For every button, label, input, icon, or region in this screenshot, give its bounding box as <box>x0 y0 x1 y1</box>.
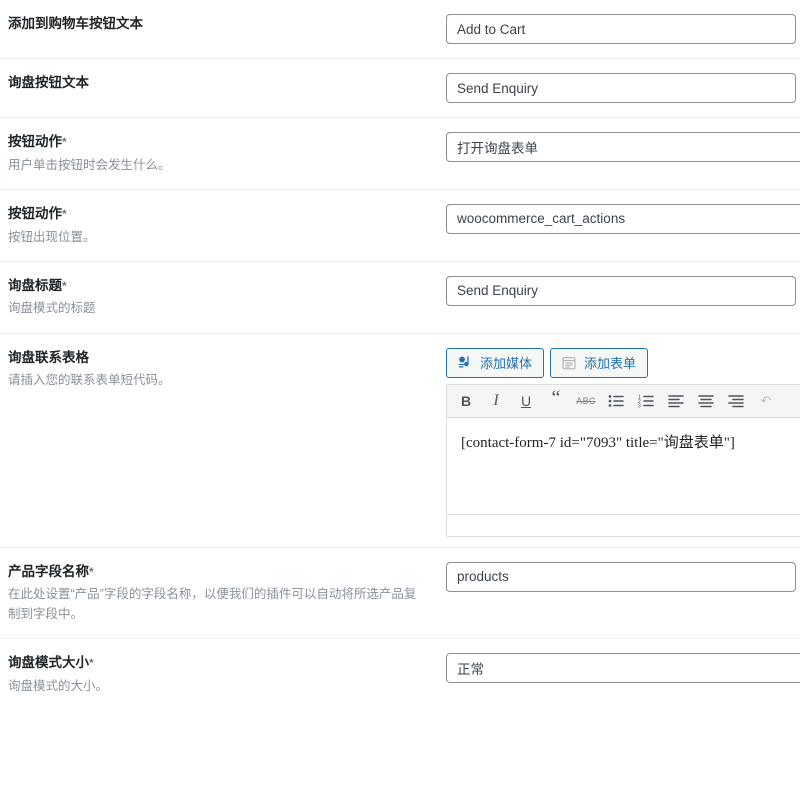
select-enquiry-modal-size[interactable] <box>446 653 800 684</box>
field-row-add-to-cart-button-text: 添加到购物车按钮文本 <box>0 0 800 58</box>
media-icon <box>456 354 474 372</box>
form-icon <box>560 354 578 372</box>
label-column: 询盘联系表格请插入您的联系表单短代码。 <box>0 334 440 405</box>
field-row-enquiry-button-text: 询盘按钮文本 <box>0 58 800 117</box>
numbered-list-button[interactable]: 123 <box>631 387 661 415</box>
field-label-enquiry-contact-form: 询盘联系表格 <box>8 349 89 365</box>
align-left-button[interactable] <box>661 387 691 415</box>
label-column: 添加到购物车按钮文本 <box>0 0 440 48</box>
control-column <box>440 59 800 117</box>
bulleted-list-button[interactable] <box>601 387 631 415</box>
control-column <box>440 190 800 248</box>
field-label-add-to-cart-button-text: 添加到购物车按钮文本 <box>8 16 143 31</box>
input-enquiry-button-text[interactable] <box>446 73 796 103</box>
label-column: 询盘标题* 询盘模式的标题 <box>0 262 440 333</box>
label-column: 按钮动作* 按钮出现位置。 <box>0 190 440 261</box>
control-column <box>440 639 800 697</box>
field-label-enquiry-modal-size: 询盘模式大小* <box>8 655 94 671</box>
field-label-enquiry-button-text: 询盘按钮文本 <box>8 75 89 90</box>
field-label-product-field-name: 产品字段名称* <box>8 563 94 579</box>
control-column <box>440 0 800 58</box>
field-description-enquiry-title: 询盘模式的标题 <box>8 301 96 316</box>
tinymce-statusbar <box>447 513 800 536</box>
field-description-button-position: 按钮出现位置。 <box>8 229 96 244</box>
control-column: 添加媒体 添加表单 B I U “ABC 1 2 3 ↶ [contact-form-7 id="7… <box>440 334 800 547</box>
add-media-label: 添加媒体 <box>480 356 533 372</box>
add-form-button[interactable]: 添加表单 <box>550 347 649 378</box>
field-row-button-action: 按钮动作* 用户单击按钮时会发生什么。 <box>0 117 800 189</box>
shortcode-text: [contact-form-7 id="7093" title="询盘表单"] <box>461 434 735 451</box>
bold-button[interactable]: B <box>451 387 481 415</box>
svg-text:3: 3 <box>638 404 641 409</box>
field-description-enquiry-modal-size: 询盘模式的大小。 <box>8 678 109 693</box>
align-right-button[interactable] <box>721 387 751 415</box>
blockquote-button[interactable]: “ <box>541 384 571 418</box>
required-asterisk: * <box>89 564 94 579</box>
undo-button[interactable]: ↶ <box>751 387 781 415</box>
control-column <box>440 118 800 176</box>
required-asterisk: * <box>62 206 67 221</box>
wp-editor: 添加媒体 添加表单 B I U “ABC 1 2 3 ↶ [contact-form-7 id="7… <box>446 347 800 537</box>
settings-form: 添加到购物车按钮文本询盘按钮文本按钮动作*用户单击按钮时会发生什么。按钮动作*按… <box>0 0 800 710</box>
field-row-enquiry-title: 询盘标题* 询盘模式的标题 <box>0 260 800 333</box>
field-row-enquiry-modal-size: 询盘模式大小* 询盘模式的大小。 <box>0 638 800 710</box>
control-column <box>440 548 800 606</box>
input-add-to-cart-button-text[interactable] <box>446 14 796 44</box>
field-row-button-position: 按钮动作* 按钮出现位置。 <box>0 188 800 261</box>
field-description-product-field-name: 在此处设置“产品”字段的字段名称，以便我们的插件可以自动将所选产品复制到字段中。 <box>8 587 417 621</box>
label-column: 按钮动作* 用户单击按钮时会发生什么。 <box>0 118 440 189</box>
tinymce-toolbar: B I U “ABC 1 2 3 ↶ <box>447 384 800 418</box>
underline-button[interactable]: U <box>511 387 541 415</box>
input-product-field-name[interactable] <box>446 561 796 592</box>
field-label-button-position: 按钮动作* <box>8 205 67 221</box>
input-enquiry-title[interactable] <box>446 275 796 306</box>
add-media-button[interactable]: 添加媒体 <box>446 347 545 378</box>
strikethrough-button[interactable]: ABC <box>571 387 601 415</box>
required-asterisk: * <box>62 135 67 149</box>
align-center-button[interactable] <box>691 387 721 415</box>
editor-toolbar-buttons: 添加媒体 添加表单 <box>446 347 800 378</box>
label-column: 产品字段名称* 在此处设置“产品”字段的字段名称，以便我们的插件可以自动将所选产品… <box>0 548 440 638</box>
add-form-label: 添加表单 <box>584 356 637 372</box>
tinymce-content-area[interactable]: [contact-form-7 id="7093" title="询盘表单"] <box>447 417 800 514</box>
field-label-enquiry-title: 询盘标题* <box>8 277 67 293</box>
field-row-enquiry-contact-form: 询盘联系表格请插入您的联系表单短代码。 添加媒体 添加表单 B I U “ABC 1 2 3 ↶ [c… <box>0 332 800 547</box>
label-column: 询盘模式大小* 询盘模式的大小。 <box>0 639 440 710</box>
required-asterisk: * <box>89 656 94 671</box>
field-description-button-action: 用户单击按钮时会发生什么。 <box>8 157 171 172</box>
select-button-action[interactable] <box>446 132 800 162</box>
control-column <box>440 262 800 320</box>
italic-button[interactable]: I <box>481 387 511 415</box>
field-row-product-field-name: 产品字段名称* 在此处设置“产品”字段的字段名称，以便我们的插件可以自动将所选产品… <box>0 546 800 638</box>
tinymce-container: B I U “ABC 1 2 3 ↶ [contact-form-7 id="7093" tit… <box>446 383 800 537</box>
select-button-position[interactable] <box>446 203 800 234</box>
field-label-button-action: 按钮动作* <box>8 134 67 149</box>
label-column: 询盘按钮文本 <box>0 59 440 107</box>
required-asterisk: * <box>62 278 67 293</box>
field-description-enquiry-contact-form: 请插入您的联系表单短代码。 <box>8 373 171 388</box>
